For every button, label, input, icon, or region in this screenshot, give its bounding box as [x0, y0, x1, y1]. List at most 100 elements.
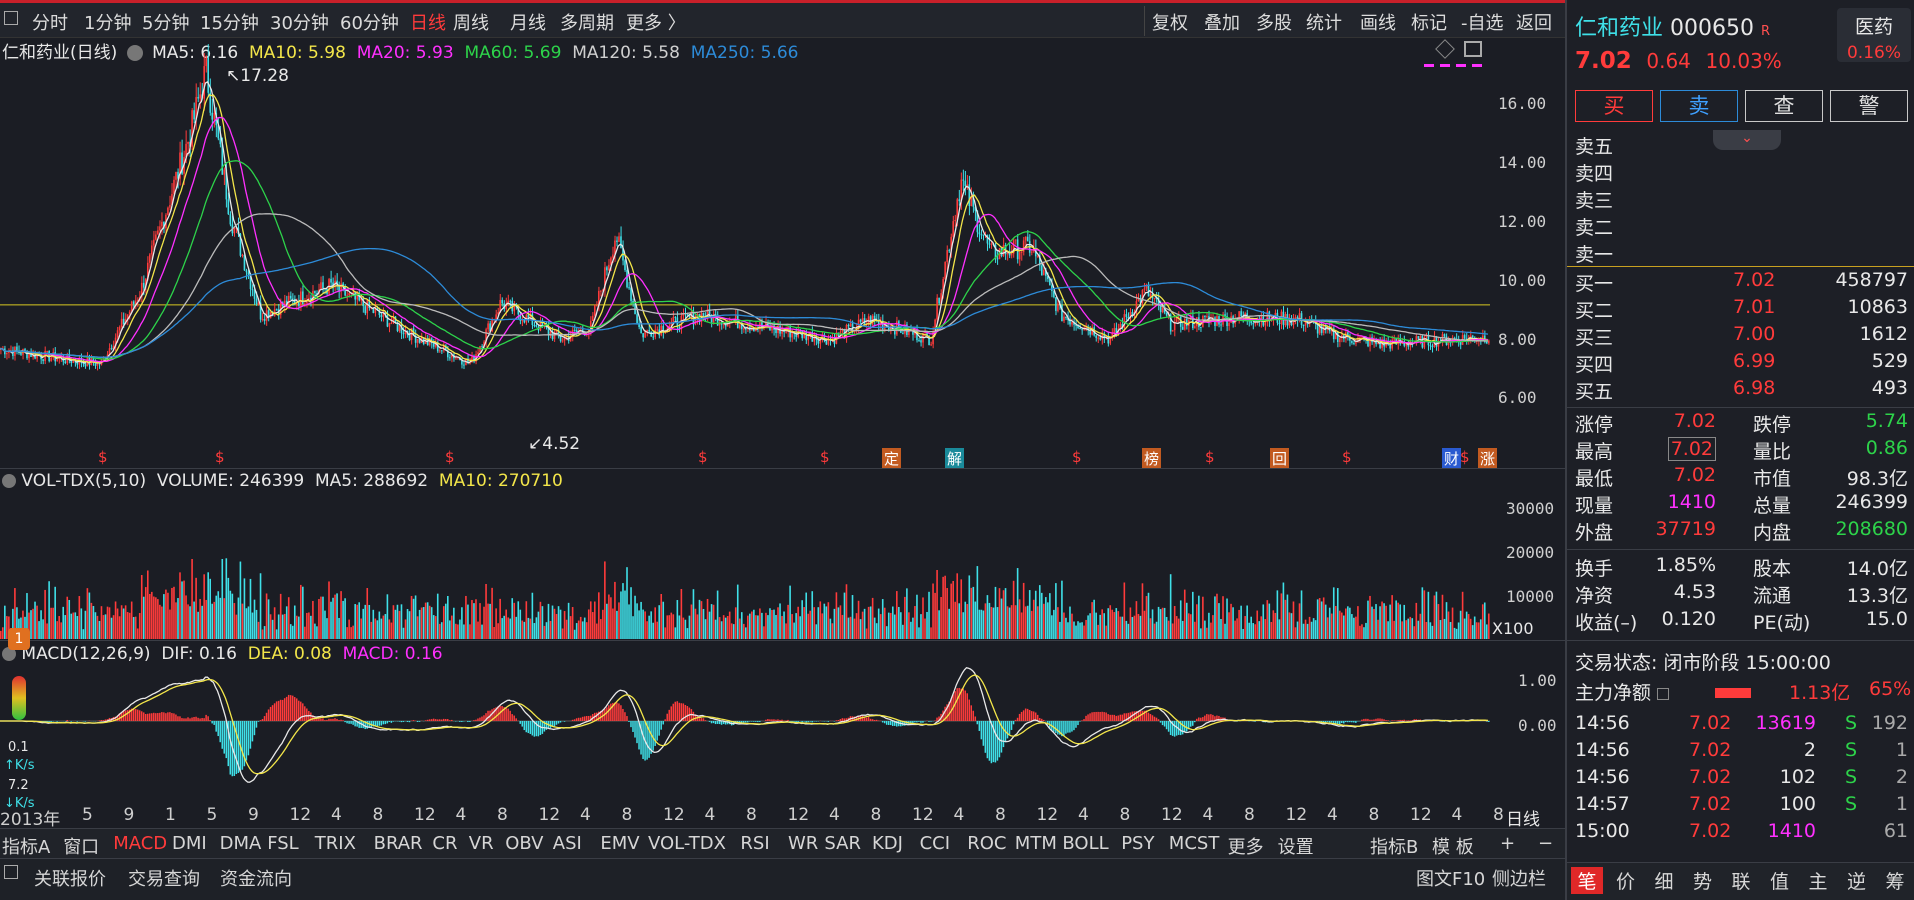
- trade-button-2[interactable]: 查: [1745, 90, 1823, 122]
- indicator-tab-7[interactable]: BRAR: [374, 833, 423, 854]
- bid-row[interactable]: 买五 6.98 493: [1567, 377, 1914, 404]
- bid-row[interactable]: 买一 7.02 458797: [1567, 269, 1914, 296]
- period-tab-4[interactable]: 30分钟: [270, 9, 329, 35]
- indicator-tab-1[interactable]: 窗口: [63, 833, 99, 859]
- event-marker[interactable]: 回: [1270, 448, 1290, 469]
- indicator-tab-13[interactable]: VOL-TDX: [648, 833, 726, 854]
- period-tab-7[interactable]: 周线: [453, 9, 489, 35]
- ask-row[interactable]: 卖五: [1567, 132, 1914, 159]
- tool-button-2[interactable]: 多股: [1256, 9, 1292, 35]
- event-marker[interactable]: $: [215, 448, 225, 466]
- indicator-tab-16[interactable]: SAR: [824, 833, 861, 854]
- macd-panel[interactable]: MACD(12,26,9) DIF: 0.16 DEA: 0.08 MACD: …: [0, 640, 1565, 805]
- trade-button-0[interactable]: 买: [1575, 90, 1653, 122]
- indicator-tab-20[interactable]: MTM: [1015, 833, 1057, 854]
- menu-icon[interactable]: [4, 11, 18, 25]
- ask-row[interactable]: 卖一: [1567, 240, 1914, 267]
- period-tab-9[interactable]: 多周期: [560, 9, 614, 35]
- quote-tab-4[interactable]: 联: [1725, 867, 1757, 894]
- indicator-tab-9[interactable]: VR: [469, 833, 494, 854]
- indicator-tab-2[interactable]: MACD: [113, 833, 167, 854]
- indicator-tab-24[interactable]: 更多: [1228, 833, 1264, 859]
- quote-tab-5[interactable]: 值: [1764, 867, 1796, 894]
- trade-button-3[interactable]: 警: [1830, 90, 1908, 122]
- indicator-tab-4[interactable]: DMA: [220, 833, 262, 854]
- indicator-tab-15[interactable]: WR: [788, 833, 818, 854]
- quote-tab-3[interactable]: 势: [1687, 867, 1719, 894]
- period-tab-8[interactable]: 月线: [510, 9, 546, 35]
- bottom-tab-2[interactable]: 资金流向: [220, 865, 292, 891]
- indicator-tab-8[interactable]: CR: [432, 833, 457, 854]
- bid-row[interactable]: 买三 7.00 1612: [1567, 323, 1914, 350]
- info-icon[interactable]: [1657, 687, 1670, 700]
- indicator-tab-22[interactable]: PSY: [1121, 833, 1154, 854]
- event-marker[interactable]: 财: [1442, 448, 1462, 469]
- tick-row[interactable]: 15:00 7.02 1410 61: [1567, 820, 1914, 847]
- ask-row[interactable]: 卖四: [1567, 159, 1914, 186]
- event-marker[interactable]: $: [698, 448, 708, 466]
- ask-row[interactable]: 卖三: [1567, 186, 1914, 213]
- period-tab-6[interactable]: 日线: [410, 9, 446, 35]
- bottom-tab-0[interactable]: 关联报价: [34, 865, 106, 891]
- indicator-right-3[interactable]: −: [1538, 833, 1553, 854]
- bid-row[interactable]: 买二 7.01 10863: [1567, 296, 1914, 323]
- period-tab-10[interactable]: 更多 〉: [626, 9, 686, 35]
- indicator-tab-3[interactable]: DMI: [172, 833, 207, 854]
- tool-button-7[interactable]: 返回: [1516, 9, 1552, 35]
- tick-row[interactable]: 14:56 7.02 2 S 1: [1567, 739, 1914, 766]
- quote-tab-0[interactable]: 笔: [1571, 867, 1603, 894]
- indicator-tab-19[interactable]: ROC: [967, 833, 1006, 854]
- volume-panel[interactable]: VOL-TDX(5,10) VOLUME: 246399 MA5: 288692…: [0, 468, 1565, 640]
- indicator-tab-0[interactable]: 指标A: [2, 833, 50, 859]
- expand-icon[interactable]: [4, 865, 18, 879]
- indicator-right-0[interactable]: 指标B: [1370, 833, 1418, 859]
- quote-tab-7[interactable]: 逆: [1841, 867, 1873, 894]
- period-tab-1[interactable]: 1分钟: [84, 9, 131, 35]
- tool-button-3[interactable]: 统计: [1306, 9, 1342, 35]
- notification-badge[interactable]: 1: [8, 628, 30, 650]
- event-marker[interactable]: 涨: [1478, 448, 1498, 469]
- period-tab-5[interactable]: 60分钟: [340, 9, 399, 35]
- tool-button-1[interactable]: 叠加: [1204, 9, 1240, 35]
- period-tab-3[interactable]: 15分钟: [200, 9, 259, 35]
- bottom-right-0[interactable]: 图文F10: [1416, 865, 1485, 891]
- tick-row[interactable]: 14:57 7.02 100 S 1: [1567, 793, 1914, 820]
- bottom-right-1[interactable]: 侧边栏: [1492, 865, 1546, 891]
- indicator-tab-11[interactable]: ASI: [553, 833, 582, 854]
- event-marker[interactable]: $: [820, 448, 830, 466]
- indicator-tab-5[interactable]: FSL: [267, 833, 299, 854]
- quote-tab-2[interactable]: 细: [1648, 867, 1680, 894]
- event-marker[interactable]: $: [1205, 448, 1215, 466]
- tool-button-5[interactable]: 标记: [1411, 9, 1447, 35]
- tool-button-0[interactable]: 复权: [1152, 9, 1188, 35]
- indicator-tab-14[interactable]: RSI: [740, 833, 769, 854]
- quote-tab-8[interactable]: 筹: [1879, 867, 1911, 894]
- sector-box[interactable]: 医药 0.16%: [1837, 8, 1911, 63]
- indicator-tab-10[interactable]: OBV: [505, 833, 543, 854]
- indicator-right-2[interactable]: +: [1500, 833, 1515, 854]
- period-tab-2[interactable]: 5分钟: [142, 9, 189, 35]
- tick-row[interactable]: 14:56 7.02 13619 S 192: [1567, 712, 1914, 739]
- bottom-tab-1[interactable]: 交易查询: [128, 865, 200, 891]
- period-tab-0[interactable]: 分时: [32, 9, 68, 35]
- indicator-tab-25[interactable]: 设置: [1278, 833, 1314, 859]
- quote-tab-6[interactable]: 主: [1802, 867, 1834, 894]
- event-marker[interactable]: $: [98, 448, 108, 466]
- indicator-tab-12[interactable]: EMV: [600, 833, 639, 854]
- indicator-tab-6[interactable]: TRIX: [315, 833, 356, 854]
- bid-row[interactable]: 买四 6.99 529: [1567, 350, 1914, 377]
- tool-button-4[interactable]: 画线: [1360, 9, 1396, 35]
- indicator-tab-23[interactable]: MCST: [1169, 833, 1220, 854]
- event-marker[interactable]: 定: [882, 448, 902, 469]
- ask-row[interactable]: 卖二: [1567, 213, 1914, 240]
- price-chart-panel[interactable]: 仁和药业(日线) MA5: 6.16 MA10: 5.98 MA20: 5.93…: [0, 38, 1565, 469]
- quote-tab-1[interactable]: 价: [1610, 867, 1642, 894]
- event-marker[interactable]: $: [1072, 448, 1082, 466]
- event-marker[interactable]: 解: [945, 448, 965, 469]
- event-marker[interactable]: $: [1342, 448, 1352, 466]
- indicator-right-1[interactable]: 模 板: [1432, 833, 1474, 859]
- indicator-tab-17[interactable]: KDJ: [872, 833, 903, 854]
- event-marker[interactable]: $: [445, 448, 455, 466]
- tool-button-6[interactable]: -自选: [1461, 9, 1504, 35]
- tick-row[interactable]: 14:56 7.02 102 S 2: [1567, 766, 1914, 793]
